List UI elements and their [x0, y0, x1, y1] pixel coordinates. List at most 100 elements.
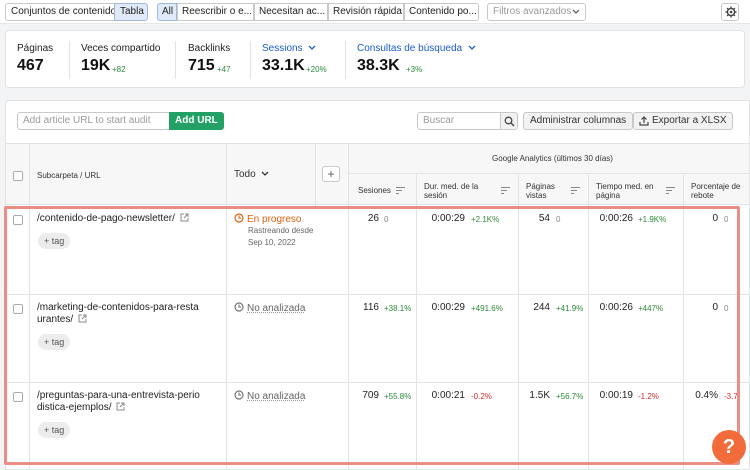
- col-divider: [348, 382, 349, 469]
- col-divider: [683, 205, 684, 294]
- sort-icon[interactable]: [501, 187, 510, 194]
- divider: [345, 41, 346, 79]
- col-divider: [348, 144, 349, 206]
- article-url-input[interactable]: Add article URL to start audit: [17, 112, 170, 130]
- filter-all[interactable]: All: [157, 3, 177, 21]
- metric-time: 0:00:26: [599, 302, 633, 313]
- queries-dropdown[interactable]: Consultas de búsqueda: [357, 43, 476, 54]
- chevron-down-icon: [262, 171, 269, 176]
- col-divider: [588, 205, 589, 294]
- metric-time-change: +447%: [638, 304, 664, 313]
- search-button[interactable]: [500, 112, 518, 130]
- col-divider: [29, 144, 30, 206]
- metric-time-change: -1.2%: [638, 392, 659, 401]
- external-link-icon[interactable]: [116, 402, 125, 411]
- col-divider: [226, 382, 227, 469]
- row-url-link[interactable]: /marketing-de-contenidos-para-restaurant…: [37, 302, 202, 326]
- col-divider: [416, 382, 417, 469]
- col-bounce-header[interactable]: Porcentaje de rebote: [691, 182, 749, 200]
- clock-icon: [234, 302, 244, 312]
- backlinks-value: 715: [188, 57, 215, 74]
- col-divider: [29, 382, 30, 469]
- col-divider: [518, 294, 519, 383]
- filter-need-action[interactable]: Necesitan ac...: [254, 3, 328, 21]
- export-xlsx-button[interactable]: Exportar a XLSX: [633, 112, 734, 130]
- add-url-button[interactable]: Add URL: [169, 112, 224, 130]
- add-column-button[interactable]: +: [322, 166, 340, 182]
- audit-status[interactable]: No analizada: [234, 302, 305, 314]
- help-button[interactable]: ?: [712, 430, 746, 464]
- add-tag-button[interactable]: + tag: [38, 233, 71, 249]
- row-url-text: /contenido-de-pago-newsletter/: [37, 213, 175, 224]
- col-divider: [683, 174, 684, 206]
- sort-icon[interactable]: [666, 187, 675, 194]
- col-divider: [518, 205, 519, 294]
- col-divider: [518, 382, 519, 469]
- external-link-icon[interactable]: [78, 314, 87, 323]
- add-tag-button[interactable]: + tag: [38, 334, 71, 350]
- row-checkbox[interactable]: [13, 304, 23, 314]
- row-url-link[interactable]: /preguntas-para-una-entrevista-periodist…: [37, 390, 202, 414]
- sort-icon[interactable]: [396, 187, 405, 194]
- col-duration-header[interactable]: Dur. med. de la sesión: [424, 182, 488, 200]
- advanced-filters-dropdown[interactable]: Filtros avanzados: [487, 3, 586, 21]
- sessions-label: Sessions: [262, 43, 303, 54]
- divider: [175, 41, 176, 79]
- metric-duration: 0:00:29: [431, 302, 465, 313]
- content-sets-button[interactable]: Conjuntos de contenido: [5, 3, 115, 21]
- search-input[interactable]: Buscar: [417, 112, 503, 130]
- table-row: /preguntas-para-una-entrevista-periodist…: [6, 382, 749, 469]
- todo-filter-dropdown[interactable]: Todo: [234, 169, 269, 180]
- col-divider: [29, 294, 30, 383]
- col-divider: [226, 205, 227, 294]
- add-tag-button[interactable]: + tag: [38, 422, 71, 438]
- search-icon: [504, 116, 515, 127]
- sessions-dropdown[interactable]: Sessions: [262, 43, 316, 54]
- filter-quick-review[interactable]: Revisión rápida: [328, 3, 404, 21]
- audit-status[interactable]: En progreso: [234, 213, 301, 225]
- advanced-filters-label: Filtros avanzados: [493, 6, 572, 17]
- col-divider: [348, 205, 349, 294]
- col-divider: [588, 382, 589, 469]
- metric-bounce-change: 0: [724, 215, 729, 224]
- col-time-header[interactable]: Tiempo med. en página: [596, 182, 658, 200]
- select-all-checkbox[interactable]: [13, 171, 23, 181]
- audit-status-label: En progreso: [247, 214, 302, 225]
- metric-time: 0:00:26: [599, 213, 633, 224]
- manage-columns-button[interactable]: Administrar columnas: [523, 112, 634, 130]
- backlinks-delta: +47: [217, 65, 231, 74]
- col-sessions-header[interactable]: Sesiones: [358, 186, 391, 195]
- ga-group-header: Google Analytics (últimos 30 días): [492, 154, 613, 163]
- gear-icon: [725, 6, 737, 18]
- col-pages-header[interactable]: Páginas vistas: [526, 182, 562, 200]
- metric-time-change: +1.9K%: [638, 215, 667, 224]
- sessions-value: 33.1K: [262, 57, 305, 74]
- audit-status[interactable]: No analizada: [234, 390, 305, 402]
- col-divider: [683, 382, 684, 469]
- table-view-button[interactable]: Tabla: [114, 3, 148, 21]
- metric-pages: 1.5K: [529, 390, 550, 401]
- queries-delta: +3%: [406, 65, 423, 74]
- external-link-icon[interactable]: [180, 213, 189, 222]
- metric-duration: 0:00:29: [431, 213, 465, 224]
- filter-rewrite[interactable]: Reescribir o e...: [177, 3, 254, 21]
- col-divider: [29, 205, 30, 294]
- metric-sessions-change: 0: [384, 215, 389, 224]
- col-url-header: Subcarpeta / URL: [37, 171, 101, 180]
- todo-label: Todo: [234, 169, 256, 180]
- col-divider: [348, 294, 349, 383]
- row-url-link[interactable]: /contenido-de-pago-newsletter/: [37, 213, 202, 225]
- sort-icon[interactable]: [571, 187, 580, 194]
- filter-content[interactable]: Contenido po...: [404, 3, 479, 21]
- pages-value: 467: [17, 57, 44, 74]
- row-checkbox[interactable]: [13, 392, 23, 402]
- metric-bounce-change: 0: [724, 304, 729, 313]
- metric-duration: 0:00:21: [431, 390, 465, 401]
- queries-label: Consultas de búsqueda: [357, 43, 463, 54]
- settings-button[interactable]: [721, 3, 739, 21]
- top-toolbar: Conjuntos de contenido Tabla All Reescri…: [0, 0, 750, 24]
- metric-time: 0:00:19: [599, 390, 633, 401]
- plus-icon: +: [327, 167, 335, 181]
- row-checkbox[interactable]: [13, 215, 23, 225]
- metric-bounce-change: -3.7: [724, 392, 738, 401]
